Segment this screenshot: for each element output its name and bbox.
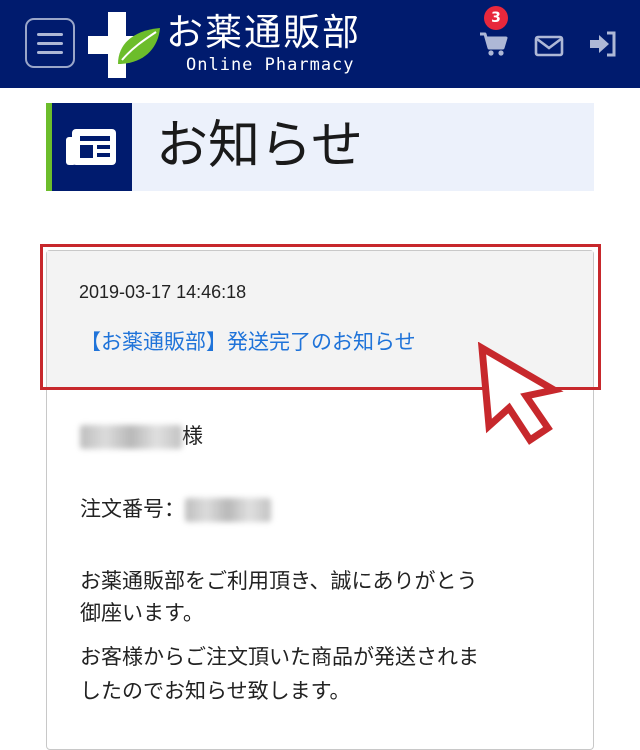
cart-count-badge: 3 <box>484 6 508 30</box>
brand-name[interactable]: お薬通販部 <box>166 10 361 56</box>
arrow-pointer-icon <box>477 342 564 445</box>
site-header: お薬通販部 Online Pharmacy 3 <box>0 0 640 88</box>
page-title: お知らせ <box>156 116 363 176</box>
login-icon[interactable] <box>588 30 618 58</box>
redacted-order-number <box>185 498 271 522</box>
brand-subtitle: Online Pharmacy <box>186 55 355 75</box>
mail-icon[interactable] <box>534 32 564 60</box>
body-line: お薬通販部をご利用頂き、誠にありがとう <box>80 569 478 593</box>
pharmacy-cross-leaf-icon[interactable] <box>88 12 162 78</box>
body-line: したのでお知らせ致します。 <box>80 679 351 703</box>
order-number-label: 注文番号： <box>80 497 185 521</box>
body-line: 御座います。 <box>80 601 204 625</box>
news-icon <box>66 129 116 165</box>
order-number-line: 注文番号： <box>80 493 271 525</box>
recipient-line: 様 <box>80 420 203 452</box>
hamburger-menu-icon[interactable] <box>25 18 75 68</box>
title-icon-box <box>52 103 132 191</box>
recipient-honorific: 様 <box>182 424 203 448</box>
body-line: お客様からご注文頂いた商品が発送されま <box>80 645 479 669</box>
redacted-name <box>80 425 182 449</box>
cart-icon[interactable] <box>478 30 508 58</box>
